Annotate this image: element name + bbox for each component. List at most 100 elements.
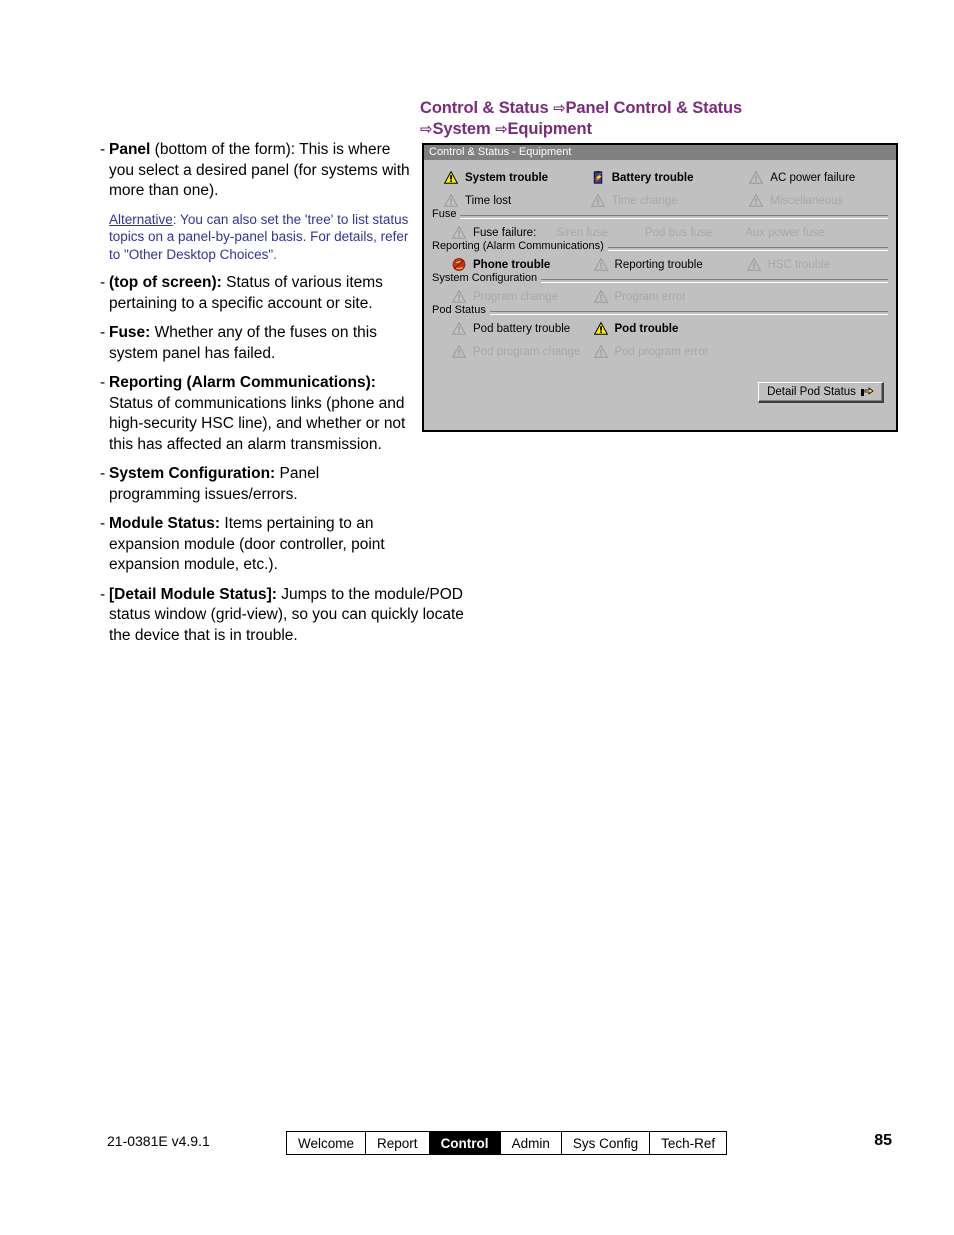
warning-triangle-gray-icon <box>444 194 458 207</box>
bullet-module-status: - Module Status: Items pertaining to an … <box>100 514 410 576</box>
group-caption: System Configuration <box>432 272 542 284</box>
group-rule <box>432 311 888 315</box>
status-item[interactable]: Siren fuse <box>556 226 645 239</box>
bullet-system-configuration: - System Configuration: Panel programmin… <box>100 464 410 505</box>
bullet-desc: Whether any of the fuses on this system … <box>109 324 377 362</box>
warning-triangle-yellow-icon <box>593 322 608 335</box>
footer-tab-welcome[interactable]: Welcome <box>287 1132 367 1154</box>
dialog-body: System trouble Battery trouble AC power fa… <box>424 160 896 430</box>
bullet-dash: - <box>100 274 106 291</box>
bullet-desc: Status of communications links (phone an… <box>109 394 406 453</box>
bullet-text: Reporting (Alarm Communications): Status… <box>109 373 410 455</box>
status-item[interactable]: System trouble <box>424 171 591 184</box>
bullet-text: System Configuration: Panel programming … <box>109 464 410 505</box>
bullet-top-of-screen: - (top of screen): Status of various ite… <box>100 273 410 314</box>
status-item[interactable]: Miscellaneous <box>749 194 896 207</box>
heading-line1-part2: Panel Control & Status <box>565 99 743 117</box>
warning-triangle-gray-icon <box>746 258 761 271</box>
warning-triangle-gray-icon <box>452 345 466 358</box>
dialog-title-bar: Control & Status - Equipment <box>424 145 896 160</box>
group-system-configuration: System Configuration Program change Progra… <box>432 272 888 308</box>
bullet-label: Panel <box>109 141 151 158</box>
status-item-label: Siren fuse <box>556 226 608 239</box>
status-item-label: Reporting trouble <box>614 258 703 271</box>
status-item[interactable]: Fuse failure: <box>432 226 556 239</box>
bullet-label: [Detail Module Status]: <box>109 585 277 603</box>
pointing-hand-icon <box>860 386 874 398</box>
bullet-reporting: - Reporting (Alarm Communications): Stat… <box>100 373 410 455</box>
footer-tab-label: Control <box>440 1135 489 1151</box>
bullet-dash: - <box>100 515 106 532</box>
status-item[interactable]: Reporting trouble <box>593 258 747 271</box>
status-item-label: Pod program error <box>614 345 709 358</box>
status-item[interactable]: AC power failure <box>749 171 896 184</box>
bullet-label: Module Status: <box>109 515 221 532</box>
bullet-text: [Detail Module Status]: Jumps to the mod… <box>109 585 470 647</box>
warning-triangle-gray-icon <box>749 194 764 207</box>
status-item[interactable] <box>747 290 889 303</box>
status-row: Time lost Time change Miscellaneous <box>424 189 896 212</box>
status-item[interactable] <box>747 345 889 358</box>
detail-pod-status-button[interactable]: Detail Pod Status <box>758 382 884 403</box>
status-item-label: Battery trouble <box>611 171 694 184</box>
status-item-label: Fuse failure: <box>473 226 537 239</box>
group-caption: Pod Status <box>432 304 490 316</box>
status-item-label: Pod program change <box>473 345 581 358</box>
arrow-right-icon-3: ⇨ <box>495 120 508 138</box>
arrow-right-icon-2: ⇨ <box>420 120 433 138</box>
status-row: Pod program change Pod program error <box>432 340 888 363</box>
group-header: Reporting (Alarm Communications) <box>432 240 888 253</box>
status-item[interactable]: Program change <box>432 290 594 303</box>
status-row: Pod battery trouble Pod trouble <box>432 317 888 340</box>
footer-tab-bar: Welcome Report Control Admin Sys Config Tech-… <box>286 1131 728 1155</box>
footer-tab-label: Report <box>377 1135 418 1151</box>
heading-line1-part1: Control & Status <box>420 99 554 117</box>
status-item-label: System trouble <box>465 171 549 184</box>
status-item[interactable]: Battery trouble <box>591 171 750 184</box>
footer-tab-sys-config[interactable]: Sys Config <box>561 1132 651 1154</box>
warning-triangle-gray-icon <box>452 226 466 239</box>
status-item[interactable]: Phone trouble <box>432 258 594 271</box>
status-row: Program change Program error <box>432 285 888 308</box>
footer-tab-tech-ref[interactable]: Tech-Ref <box>650 1132 727 1154</box>
group-rule <box>432 215 888 219</box>
status-item[interactable] <box>747 322 889 335</box>
footer-tab-admin[interactable]: Admin <box>500 1132 562 1154</box>
top-status-group: System trouble Battery trouble AC power fa… <box>424 160 896 212</box>
status-item[interactable]: Aux power fuse <box>745 226 888 239</box>
status-item[interactable]: Pod program error <box>593 345 747 358</box>
warning-triangle-gray-icon <box>593 290 608 303</box>
detail-pod-status-label: Detail Pod Status <box>767 386 856 398</box>
status-item[interactable]: Pod program change <box>432 345 594 358</box>
footer-tab-control[interactable]: Control <box>429 1132 501 1154</box>
heading-line2-part2: Equipment <box>507 120 592 138</box>
status-item[interactable]: Pod trouble <box>593 322 747 335</box>
group-caption: Fuse <box>432 208 461 220</box>
bullet-desc: (bottom of the form): This is where you … <box>109 141 410 199</box>
phone-trouble-icon <box>452 258 466 271</box>
footer-tab-label: Tech-Ref <box>661 1135 716 1151</box>
status-item[interactable]: Pod battery trouble <box>432 322 594 335</box>
status-item-label: Phone trouble <box>473 258 551 271</box>
group-pod-status: Pod Status Pod battery trouble Pod trouble… <box>432 304 888 363</box>
warning-triangle-yellow-icon <box>444 171 458 184</box>
heading-line2-part1: System <box>432 120 496 138</box>
bullet-fuse: - Fuse: Whether any of the fuses on this… <box>100 323 410 364</box>
status-item[interactable]: HSC trouble <box>746 258 889 271</box>
bullet-text: (top of screen): Status of various items… <box>109 273 410 314</box>
status-item[interactable]: Time lost <box>424 194 591 207</box>
status-item-label: Time change <box>611 194 678 207</box>
page-section-heading: Control & Status ⇨ Panel Control & Status… <box>420 98 900 140</box>
status-item[interactable]: Pod bus fuse <box>645 226 745 239</box>
battery-trouble-icon <box>591 171 605 184</box>
status-item-label: Pod trouble <box>614 322 679 335</box>
alternative-note: Alternative: You can also set the 'tree'… <box>109 211 411 264</box>
footer-tab-report[interactable]: Report <box>366 1132 430 1154</box>
bullet-dash: - <box>100 585 106 603</box>
document-code: 21-0381E v4.9.1 <box>107 1133 210 1149</box>
group-header: System Configuration <box>432 272 888 285</box>
bullet-dash: - <box>100 141 106 158</box>
status-item[interactable]: Time change <box>590 194 750 207</box>
status-item[interactable]: Program error <box>593 290 747 303</box>
bullet-label: Reporting (Alarm Communications): <box>109 374 376 391</box>
